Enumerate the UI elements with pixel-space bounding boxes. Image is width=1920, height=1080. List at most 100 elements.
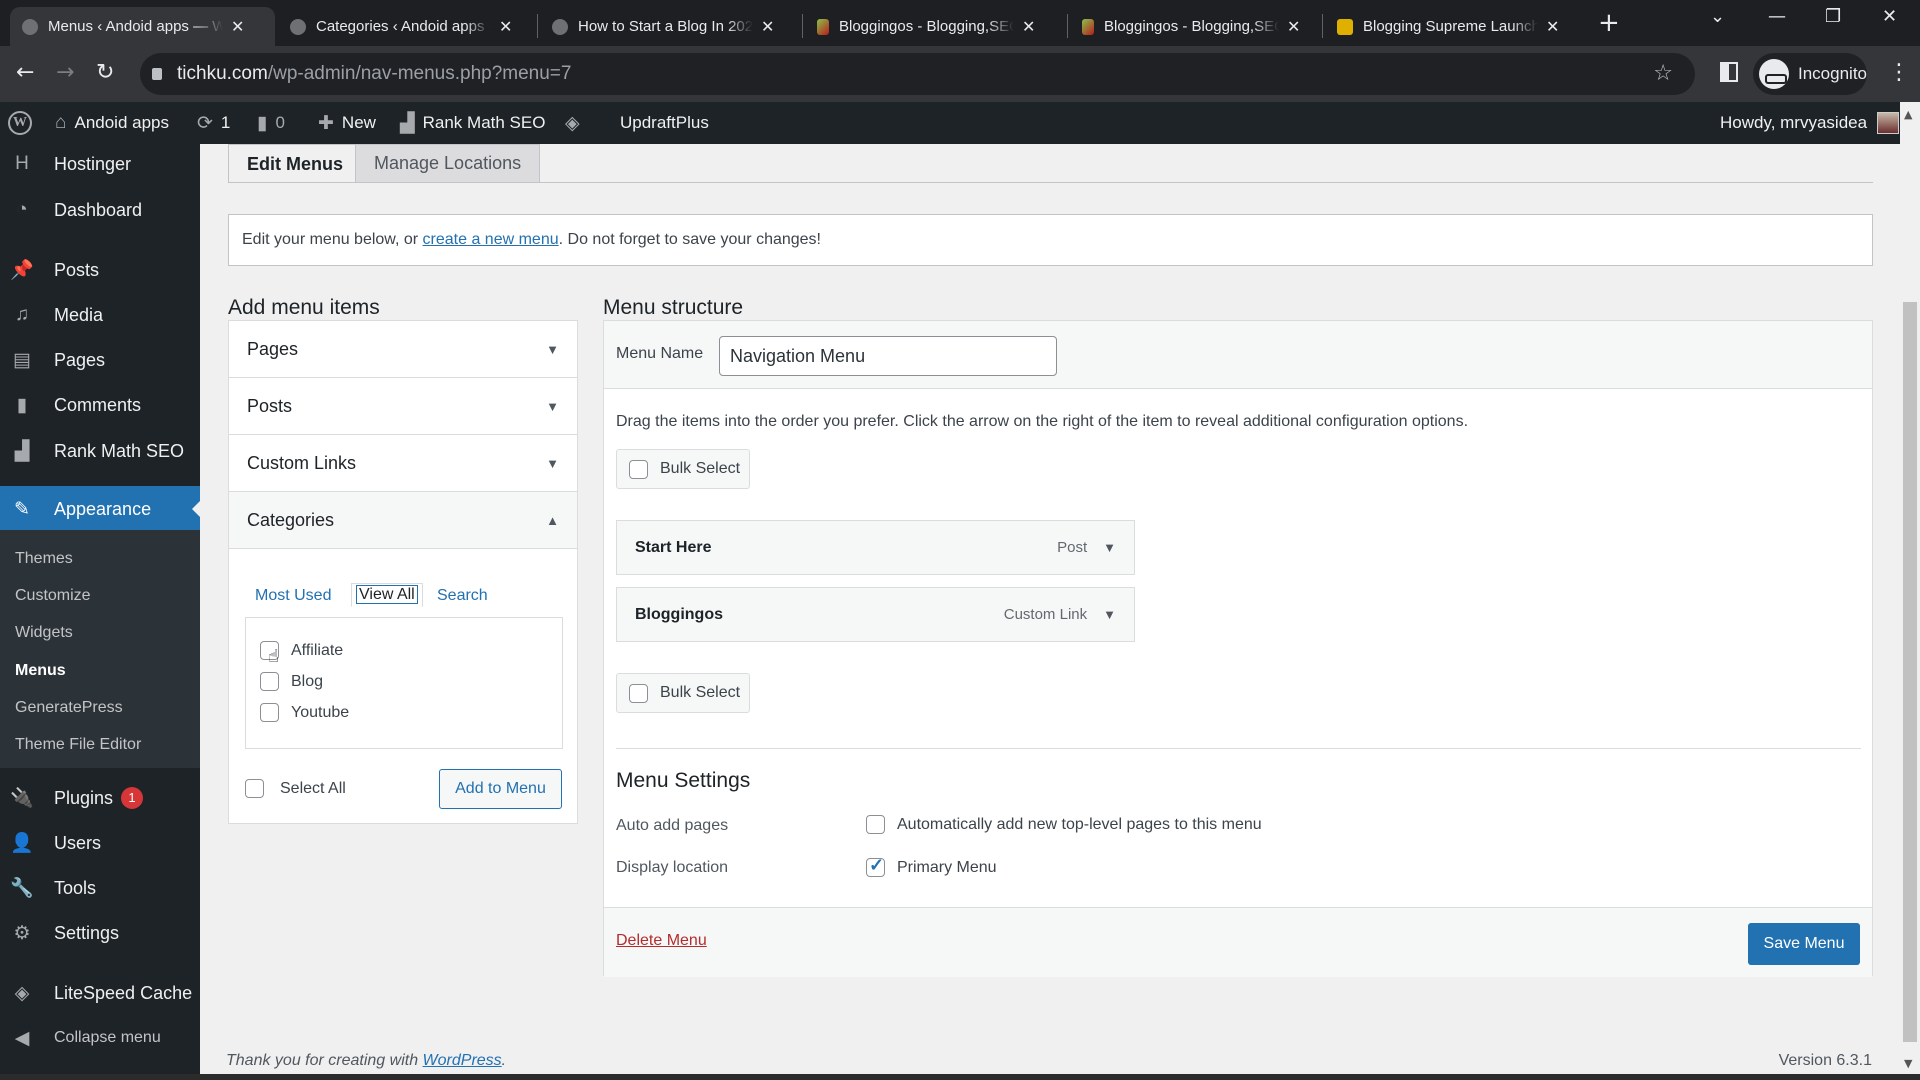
browser-tab[interactable]: How to Start a Blog In 2023 ✕ xyxy=(540,7,802,46)
checkbox[interactable] xyxy=(260,703,279,722)
close-tab-icon[interactable]: ✕ xyxy=(1022,17,1035,37)
browser-tab[interactable]: Blogging Supreme Launchpad ✕ xyxy=(1325,7,1587,46)
sidebar-item-pages[interactable]: ▤ Pages xyxy=(0,340,200,380)
save-menu-button[interactable]: Save Menu xyxy=(1748,923,1860,965)
delete-menu-link[interactable]: Delete Menu xyxy=(616,932,707,950)
checkbox[interactable] xyxy=(629,459,648,479)
sidebar-item-appearance[interactable]: ✎ Appearance xyxy=(0,486,200,532)
browser-tab[interactable]: Menus ‹ Andoid apps — W ✕ xyxy=(10,7,275,46)
sidebar-item-media[interactable]: ♫ Media xyxy=(0,295,200,335)
sidebar-item-rankmath[interactable]: ▟ Rank Math SEO xyxy=(0,431,200,471)
submenu-widgets[interactable]: Widgets xyxy=(15,624,73,642)
chevron-down-icon[interactable]: ▼ xyxy=(1103,540,1116,555)
sidebar-item-settings[interactable]: ⚙ Settings xyxy=(0,913,200,953)
menu-name-input[interactable] xyxy=(719,336,1057,376)
browser-tab[interactable]: Categories ‹ Andoid apps - ✕ xyxy=(278,7,538,46)
rankmath-icon: ▟ xyxy=(14,440,30,462)
tab-search[interactable]: Search xyxy=(437,587,488,605)
close-tab-icon[interactable]: ✕ xyxy=(1546,17,1559,37)
tab-separator xyxy=(537,14,538,38)
scrollbar-thumb[interactable] xyxy=(1903,302,1917,1042)
rankmath-link[interactable]: ▟ Rank Math SEO xyxy=(400,102,545,144)
tab-edit-menus[interactable]: Edit Menus xyxy=(228,144,363,183)
close-tab-icon[interactable]: ✕ xyxy=(231,17,244,37)
scroll-down-icon[interactable]: ▼ xyxy=(1904,1057,1912,1070)
avatar xyxy=(1877,112,1900,134)
bulk-select-top[interactable]: Bulk Select xyxy=(616,449,750,489)
close-tab-icon[interactable]: ✕ xyxy=(761,17,774,37)
category-blog[interactable]: Blog xyxy=(260,672,323,691)
sidebar-item-tools[interactable]: 🔧 Tools xyxy=(0,868,200,908)
tab-separator xyxy=(1322,14,1323,38)
checkbox[interactable] xyxy=(260,672,279,691)
comments-link[interactable]: ▮ 0 xyxy=(257,102,285,144)
sidebar-item-comments[interactable]: ▮ Comments xyxy=(0,385,200,425)
add-to-menu-button[interactable]: Add to Menu xyxy=(439,769,562,809)
close-tab-icon[interactable]: ✕ xyxy=(1287,17,1300,37)
tab-manage-locations[interactable]: Manage Locations xyxy=(355,144,541,182)
bulk-select-bottom[interactable]: Bulk Select xyxy=(616,673,750,713)
sidebar-item-dashboard[interactable]: ◔ Dashboard xyxy=(0,190,200,230)
my-account-link[interactable]: Howdy, mrvyasidea xyxy=(1720,102,1900,144)
select-all-checkbox[interactable]: Select All xyxy=(245,779,346,798)
submenu-generatepress[interactable]: GeneratePress xyxy=(15,699,123,717)
minimize-icon[interactable]: — xyxy=(1768,6,1786,27)
media-icon: ♫ xyxy=(14,304,30,325)
sidebar-item-litespeed[interactable]: ◈ LiteSpeed Cache xyxy=(0,973,200,1013)
menu-item[interactable]: Start Here Post ▼ xyxy=(616,520,1135,575)
accordion-categories[interactable]: Categories ▲ xyxy=(229,492,577,549)
plus-icon: ✚ xyxy=(318,112,334,134)
tab-search-icon[interactable]: ⌄ xyxy=(1710,6,1725,27)
sidebar-item-plugins[interactable]: 🔌 Plugins 1 xyxy=(0,778,200,818)
submenu-theme-file-editor[interactable]: Theme File Editor xyxy=(15,736,141,754)
incognito-profile-button[interactable]: Incognito xyxy=(1753,53,1867,95)
forward-icon[interactable]: → xyxy=(56,60,74,85)
wordpress-link[interactable]: WordPress xyxy=(423,1052,502,1069)
close-window-icon[interactable]: ✕ xyxy=(1882,6,1897,27)
menu-item[interactable]: Bloggingos Custom Link ▼ xyxy=(616,587,1135,642)
sidebar-item-posts[interactable]: 📌 Posts xyxy=(0,250,200,290)
tab-most-used[interactable]: Most Used xyxy=(255,587,331,605)
browser-tab[interactable]: Bloggingos - Blogging,SEO ✕ xyxy=(1070,7,1332,46)
checkbox[interactable] xyxy=(866,815,885,834)
sidebar-item-hostinger[interactable]: H Hostinger xyxy=(0,144,200,184)
chevron-down-icon: ▼ xyxy=(546,455,559,471)
updraftplus-link[interactable]: UpdraftPlus xyxy=(620,102,709,144)
checkbox-checked[interactable] xyxy=(866,855,885,877)
chevron-down-icon[interactable]: ▼ xyxy=(1103,607,1116,622)
site-name-link[interactable]: ⌂ Andoid apps xyxy=(55,102,169,144)
accordion-custom-links[interactable]: Custom Links ▼ xyxy=(229,435,577,492)
tab-view-all[interactable]: View All xyxy=(351,583,423,607)
create-new-menu-link[interactable]: create a new menu xyxy=(423,231,559,249)
litespeed-adminbar-link[interactable]: ◈ xyxy=(565,102,588,144)
new-content-link[interactable]: ✚ New xyxy=(318,102,376,144)
category-youtube[interactable]: Youtube xyxy=(260,703,349,722)
scroll-up-icon[interactable]: ▲ xyxy=(1904,108,1912,121)
submenu-customize[interactable]: Customize xyxy=(15,587,91,605)
side-panel-icon[interactable] xyxy=(1720,62,1738,82)
auto-add-checkbox[interactable]: Automatically add new top-level pages to… xyxy=(866,815,1262,834)
close-tab-icon[interactable]: ✕ xyxy=(499,17,512,37)
accordion-pages[interactable]: Pages ▼ xyxy=(229,321,577,378)
checkbox[interactable] xyxy=(245,779,264,798)
user-icon: 👤 xyxy=(10,833,34,854)
primary-menu-checkbox[interactable]: Primary Menu xyxy=(866,855,997,877)
page-scrollbar[interactable]: ▲ ▼ xyxy=(1900,102,1920,1074)
submenu-menus[interactable]: Menus xyxy=(15,662,66,680)
address-bar[interactable]: tichku.com/wp-admin/nav-menus.php?menu=7… xyxy=(140,53,1695,95)
updates-link[interactable]: ⟳ 1 xyxy=(197,102,230,144)
checkbox[interactable] xyxy=(629,683,648,703)
admin-sidebar: H Hostinger ◔ Dashboard 📌 Posts ♫ Media ▤ Pag… xyxy=(0,144,200,1080)
browser-menu-icon[interactable]: ⋮ xyxy=(1888,60,1910,85)
collapse-menu-button[interactable]: ◀ Collapse menu xyxy=(0,1018,200,1058)
back-icon[interactable]: ← xyxy=(16,60,34,85)
accordion-posts[interactable]: Posts ▼ xyxy=(229,378,577,435)
new-tab-icon[interactable]: + xyxy=(1598,8,1620,38)
browser-tab[interactable]: Bloggingos - Blogging,SEO ✕ xyxy=(805,7,1067,46)
submenu-themes[interactable]: Themes xyxy=(15,550,73,568)
maximize-icon[interactable]: ❐ xyxy=(1825,6,1841,27)
bookmark-star-icon[interactable]: ☆ xyxy=(1653,61,1673,86)
wp-logo-button[interactable]: W xyxy=(8,102,32,144)
reload-icon[interactable]: ↻ xyxy=(96,60,114,85)
sidebar-item-users[interactable]: 👤 Users xyxy=(0,823,200,863)
